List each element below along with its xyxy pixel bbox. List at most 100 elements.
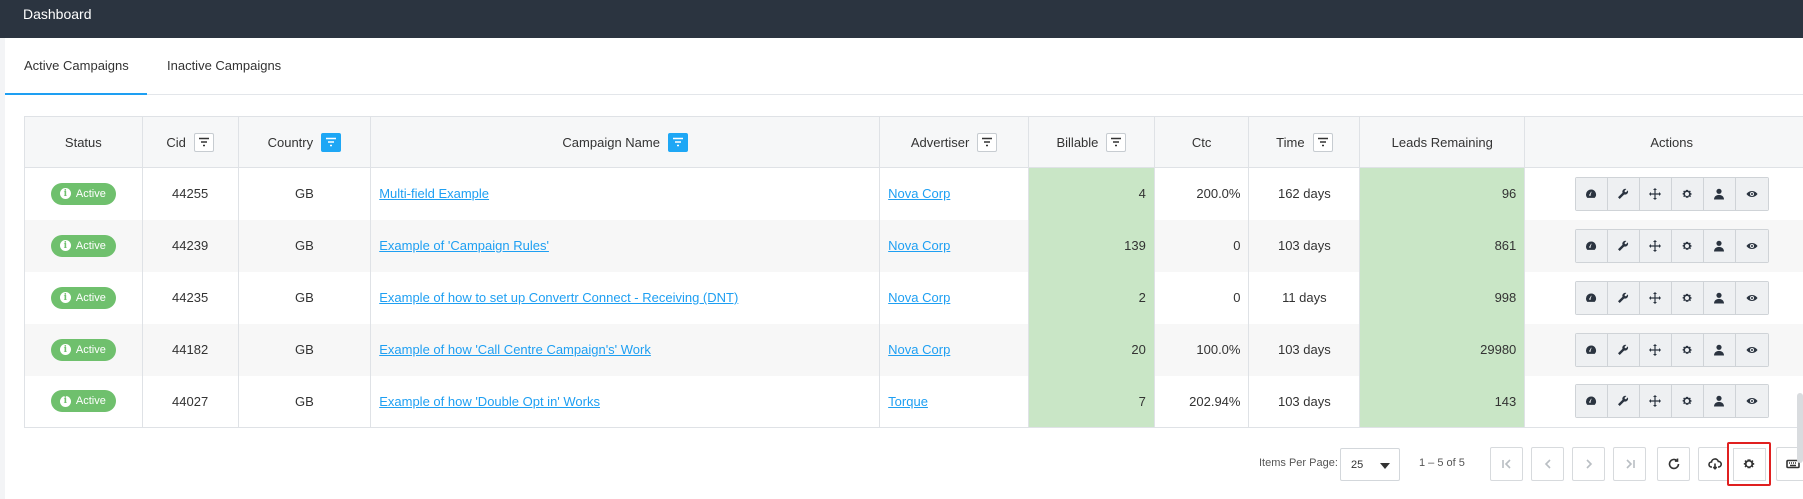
refresh-button[interactable] <box>1657 447 1690 481</box>
action-gear-button[interactable] <box>1671 229 1704 262</box>
action-eye-button[interactable] <box>1735 281 1768 314</box>
tab-inactive-campaigns[interactable]: Inactive Campaigns <box>167 58 281 73</box>
table-settings-inner <box>1732 447 1766 481</box>
campaign-link[interactable]: Example of how to set up Convertr Connec… <box>379 290 738 305</box>
advertiser-link[interactable]: Nova Corp <box>888 290 950 305</box>
action-move-button[interactable] <box>1639 385 1672 418</box>
table-row: i Active 44182 GB Example of how 'Call Centr… <box>24 323 1803 376</box>
action-dashboard-button[interactable] <box>1575 385 1608 418</box>
filter-icon[interactable] <box>321 132 342 152</box>
filter-icon[interactable] <box>193 132 214 152</box>
cell-campaign-name: Example of how to set up Convertr Connec… <box>370 271 881 324</box>
campaign-link[interactable]: Multi-field Example <box>379 186 489 201</box>
next-page-button[interactable] <box>1572 447 1605 481</box>
action-user-button[interactable] <box>1703 177 1736 210</box>
first-page-button[interactable] <box>1490 447 1523 481</box>
filter-icon[interactable] <box>1106 132 1127 152</box>
cell-actions <box>1524 375 1803 428</box>
pagination-range: 1 – 5 of 5 <box>1419 457 1465 469</box>
table-row: i Active 44239 GB Example of 'Campaign Rules… <box>24 219 1803 272</box>
action-wrench-button[interactable] <box>1607 177 1640 210</box>
action-move-button[interactable] <box>1639 177 1672 210</box>
horizontal-scroll-edge[interactable] <box>1797 393 1803 463</box>
cell-cid: 44255 <box>142 167 239 220</box>
action-user-button[interactable] <box>1703 281 1736 314</box>
cell-leads-remaining: 143 <box>1359 375 1526 428</box>
campaign-link[interactable]: Example of how 'Double Opt in' Works <box>379 394 600 409</box>
action-wrench-button[interactable] <box>1607 385 1640 418</box>
advertiser-link[interactable]: Torque <box>888 394 928 409</box>
cell-campaign-name: Example of 'Campaign Rules' <box>370 219 881 272</box>
campaign-link[interactable]: Example of 'Campaign Rules' <box>379 238 549 253</box>
eye-icon <box>1746 242 1758 249</box>
action-user-button[interactable] <box>1703 385 1736 418</box>
cell-leads-remaining: 29980 <box>1359 323 1526 376</box>
gear-icon <box>1682 293 1692 302</box>
action-wrench-button[interactable] <box>1607 333 1640 366</box>
cell-country: GB <box>238 323 372 376</box>
filter-icon[interactable] <box>977 132 998 152</box>
cell-ctc: 0 <box>1154 219 1250 272</box>
active-tab-indicator <box>5 93 147 95</box>
chevron-down-icon <box>1380 463 1390 469</box>
gear-icon <box>1743 459 1755 469</box>
action-dashboard-button[interactable] <box>1575 177 1608 210</box>
status-label: Active <box>75 239 106 252</box>
cell-billable: 4 <box>1028 167 1155 220</box>
campaigns-table: Status Cid Country Campaign Name Adverti… <box>24 116 1803 428</box>
status-label: Active <box>75 187 106 200</box>
cell-cid: 44182 <box>142 323 239 376</box>
tab-active-campaigns[interactable]: Active Campaigns <box>24 58 129 73</box>
action-eye-button[interactable] <box>1735 229 1768 262</box>
action-move-button[interactable] <box>1639 333 1672 366</box>
action-gear-button[interactable] <box>1671 385 1704 418</box>
action-user-button[interactable] <box>1703 333 1736 366</box>
last-page-button[interactable] <box>1613 447 1646 481</box>
move-icon <box>1649 239 1662 252</box>
items-per-page-value: 25 <box>1351 458 1364 471</box>
cell-time: 11 days <box>1248 271 1361 324</box>
column-header-leads-remaining: Leads Remaining <box>1359 116 1526 168</box>
cell-cid: 44027 <box>142 375 239 428</box>
advertiser-link[interactable]: Nova Corp <box>888 238 950 253</box>
action-gear-button[interactable] <box>1671 333 1704 366</box>
action-move-button[interactable] <box>1639 229 1672 262</box>
column-header-time: Time <box>1248 116 1361 168</box>
dashboard-icon <box>1586 240 1597 250</box>
cell-time: 103 days <box>1248 219 1361 272</box>
action-dashboard-button[interactable] <box>1575 229 1608 262</box>
previous-page-button[interactable] <box>1531 447 1564 481</box>
cell-country: GB <box>238 375 372 428</box>
action-dashboard-button[interactable] <box>1575 333 1608 366</box>
action-user-button[interactable] <box>1703 229 1736 262</box>
user-icon <box>1714 344 1725 355</box>
action-eye-button[interactable] <box>1735 177 1768 210</box>
column-header-campaign-name: Campaign Name <box>370 116 881 168</box>
items-per-page-select[interactable]: 25 <box>1340 448 1400 481</box>
row-actions <box>1574 228 1769 263</box>
action-eye-button[interactable] <box>1735 385 1768 418</box>
campaign-link[interactable]: Example of how 'Call Centre Campaign's' … <box>379 342 651 357</box>
wrench-icon <box>1618 240 1629 251</box>
column-header-status: Status <box>24 116 143 168</box>
filter-icon[interactable] <box>1312 132 1333 152</box>
action-eye-button[interactable] <box>1735 333 1768 366</box>
action-wrench-button[interactable] <box>1607 281 1640 314</box>
advertiser-link[interactable]: Nova Corp <box>888 342 950 357</box>
action-dashboard-button[interactable] <box>1575 281 1608 314</box>
advertiser-link[interactable]: Nova Corp <box>888 186 950 201</box>
column-header-cid: Cid <box>142 116 239 168</box>
action-gear-button[interactable] <box>1671 177 1704 210</box>
info-icon: i <box>59 240 71 251</box>
cell-advertiser: Nova Corp <box>879 167 1030 220</box>
action-gear-button[interactable] <box>1671 281 1704 314</box>
filter-icon[interactable] <box>667 132 688 152</box>
cell-ctc: 202.94% <box>1154 375 1250 428</box>
table-settings-button[interactable] <box>1727 442 1771 486</box>
cell-status: i Active <box>24 271 143 324</box>
user-icon <box>1714 240 1725 251</box>
action-move-button[interactable] <box>1639 281 1672 314</box>
cell-country: GB <box>238 271 372 324</box>
action-wrench-button[interactable] <box>1607 229 1640 262</box>
cloud-download-icon <box>1707 458 1722 470</box>
